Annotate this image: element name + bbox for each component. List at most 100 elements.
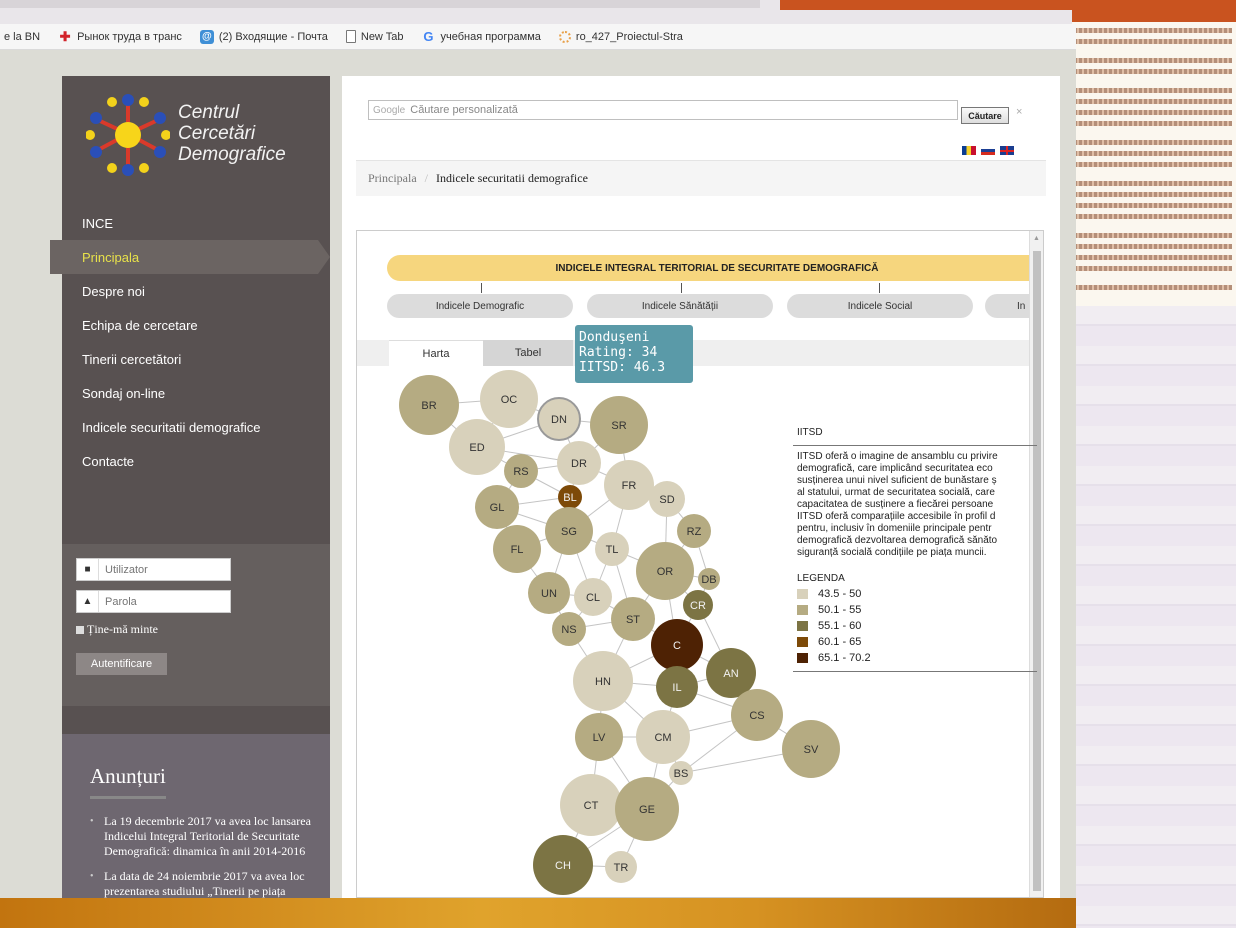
announcement-item[interactable]: La 19 decembrie 2017 va avea loc lansare… [90, 814, 316, 859]
cross-icon: ✚ [59, 28, 71, 44]
russian-flag-icon[interactable] [981, 146, 995, 155]
remember-checkbox[interactable] [76, 625, 84, 634]
district-bubble-oc[interactable]: OC [480, 370, 538, 428]
desktop-taskbar-strip [0, 898, 1076, 928]
district-bubble-sg[interactable]: SG [545, 507, 593, 555]
bookmark-mail[interactable]: @ (2) Входящие - Почта [199, 29, 328, 44]
district-bubble-fl[interactable]: FL [493, 525, 541, 573]
legend-swatch [797, 589, 808, 599]
district-bubble-ch[interactable]: CH [533, 835, 593, 895]
logo-text: Centrul Cercetări Demografice [178, 102, 286, 165]
district-bubble-db[interactable]: DB [698, 568, 720, 590]
main-content: Google Căutare personalizată Căutare × P… [342, 76, 1060, 898]
bookmark-programa[interactable]: Gучебная программа [421, 29, 540, 44]
breadcrumb-current: Indicele securitatii demografice [436, 171, 588, 185]
legend-header: LEGENDA [797, 573, 845, 584]
english-flag-icon[interactable] [1000, 146, 1014, 155]
password-input[interactable] [99, 595, 227, 608]
district-bubble-cl[interactable]: CL [574, 578, 612, 616]
logo-icon [86, 94, 170, 176]
district-label: DB [701, 574, 716, 586]
search-input[interactable]: Google Căutare personalizată [368, 100, 958, 120]
remember-me[interactable]: Ține-mă minte [76, 622, 158, 637]
bookmark-proiectul[interactable]: ro_427_Proiectul-Stra [558, 30, 683, 43]
legend-row: 55.1 - 60 [797, 620, 1037, 632]
district-bubble-ct[interactable]: CT [560, 774, 622, 836]
legend-description: IITSD oferă o imagine de ansamblu cu pri… [797, 451, 998, 558]
district-label: RZ [687, 526, 702, 538]
district-label: UN [541, 588, 557, 600]
district-bubble-sr[interactable]: SR [590, 396, 648, 454]
district-bubble-lv[interactable]: LV [575, 713, 623, 761]
district-bubble-rs[interactable]: RS [504, 454, 538, 488]
district-bubble-or[interactable]: OR [636, 542, 694, 600]
embedded-widget: INDICELE INTEGRAL TERITORIAL DE SECURITA… [356, 230, 1044, 898]
district-label: CH [555, 860, 571, 872]
login-form: ■ ▲ Ține-mă minte Autentificare [62, 544, 330, 706]
bookmark-rynok[interactable]: ✚ Рынок труда в транс [58, 28, 182, 44]
username-input[interactable] [99, 563, 227, 576]
district-bubble-hn[interactable]: HN [573, 651, 633, 711]
district-label: BS [674, 768, 689, 780]
nav-item-despre-noi[interactable]: Despre noi [62, 274, 330, 308]
district-label: FR [622, 480, 637, 492]
nav-item-tinerii[interactable]: Tinerii cercetători [62, 342, 330, 376]
page-icon [345, 30, 356, 43]
district-label: CM [654, 732, 671, 744]
legend-swatch [797, 621, 808, 631]
search-button[interactable]: Căutare [961, 107, 1009, 124]
district-bubble-un[interactable]: UN [528, 572, 570, 614]
district-bubble-sv[interactable]: SV [782, 720, 840, 778]
district-bubble-cs[interactable]: CS [731, 689, 783, 741]
nav-item-contacte[interactable]: Contacte [62, 444, 330, 478]
district-bubble-ed[interactable]: ED [449, 419, 505, 475]
legend-row: 50.1 - 55 [797, 604, 1037, 616]
district-bubble-bl[interactable]: BL [558, 485, 582, 509]
district-bubble-cm[interactable]: CM [636, 710, 690, 764]
district-bubble-tl[interactable]: TL [595, 532, 629, 566]
district-label: OC [501, 394, 518, 406]
legend-rule [793, 445, 1037, 446]
district-bubble-bs[interactable]: BS [669, 761, 693, 785]
district-bubble-dr[interactable]: DR [557, 441, 601, 485]
scroll-up-icon[interactable]: ▲ [1033, 235, 1040, 242]
nav-heading: INCE [82, 215, 114, 231]
district-bubble-c[interactable]: C [651, 619, 703, 671]
nav-item-principala[interactable]: Principala [50, 240, 330, 274]
clear-search-icon[interactable]: × [1016, 106, 1022, 118]
language-switcher [962, 146, 1014, 155]
district-bubble-sd[interactable]: SD [649, 481, 685, 517]
login-button[interactable]: Autentificare [76, 653, 167, 675]
district-bubble-br[interactable]: BR [399, 375, 459, 435]
announcement-item[interactable]: La data de 24 noiembrie 2017 va avea loc… [90, 869, 316, 898]
legend-swatch [797, 605, 808, 615]
bookmark-new-tab[interactable]: New Tab [345, 30, 403, 43]
site-logo[interactable]: Centrul Cercetări Demografice [62, 76, 330, 206]
district-bubble-dn[interactable]: DN [537, 397, 581, 441]
nav-item-indicele[interactable]: Indicele securitatii demografice [62, 410, 330, 444]
breadcrumb: Principala / Indicele securitatii demogr… [356, 160, 1046, 196]
district-bubble-st[interactable]: ST [611, 597, 655, 641]
nav-item-echipa[interactable]: Echipa de cercetare [62, 308, 330, 342]
legend-title: IITSD [797, 427, 823, 438]
background-window-edge [0, 0, 760, 8]
breadcrumb-home[interactable]: Principala [368, 171, 417, 186]
district-tooltip: Donduşeni Rating: 34 IITSD: 46.3 [575, 325, 693, 383]
password-field[interactable]: ▲ [76, 590, 231, 613]
district-bubble-tr[interactable]: TR [605, 851, 637, 883]
username-field[interactable]: ■ [76, 558, 231, 581]
district-bubble-il[interactable]: IL [656, 666, 698, 708]
district-bubble-ns[interactable]: NS [552, 612, 586, 646]
title-underline [90, 796, 166, 799]
district-bubble-ge[interactable]: GE [615, 777, 679, 841]
district-bubble-cr[interactable]: CR [683, 590, 713, 620]
romanian-flag-icon[interactable] [962, 146, 976, 155]
district-label: LV [593, 732, 606, 744]
district-label: C [673, 640, 681, 652]
nav-item-sondaj[interactable]: Sondaj on-line [62, 376, 330, 410]
bookmark-bn[interactable]: e la BN [4, 31, 40, 43]
district-bubble-fr[interactable]: FR [604, 460, 654, 510]
district-bubble-gl[interactable]: GL [475, 485, 519, 529]
district-bubble-rz[interactable]: RZ [677, 514, 711, 548]
district-label: ED [469, 442, 484, 454]
